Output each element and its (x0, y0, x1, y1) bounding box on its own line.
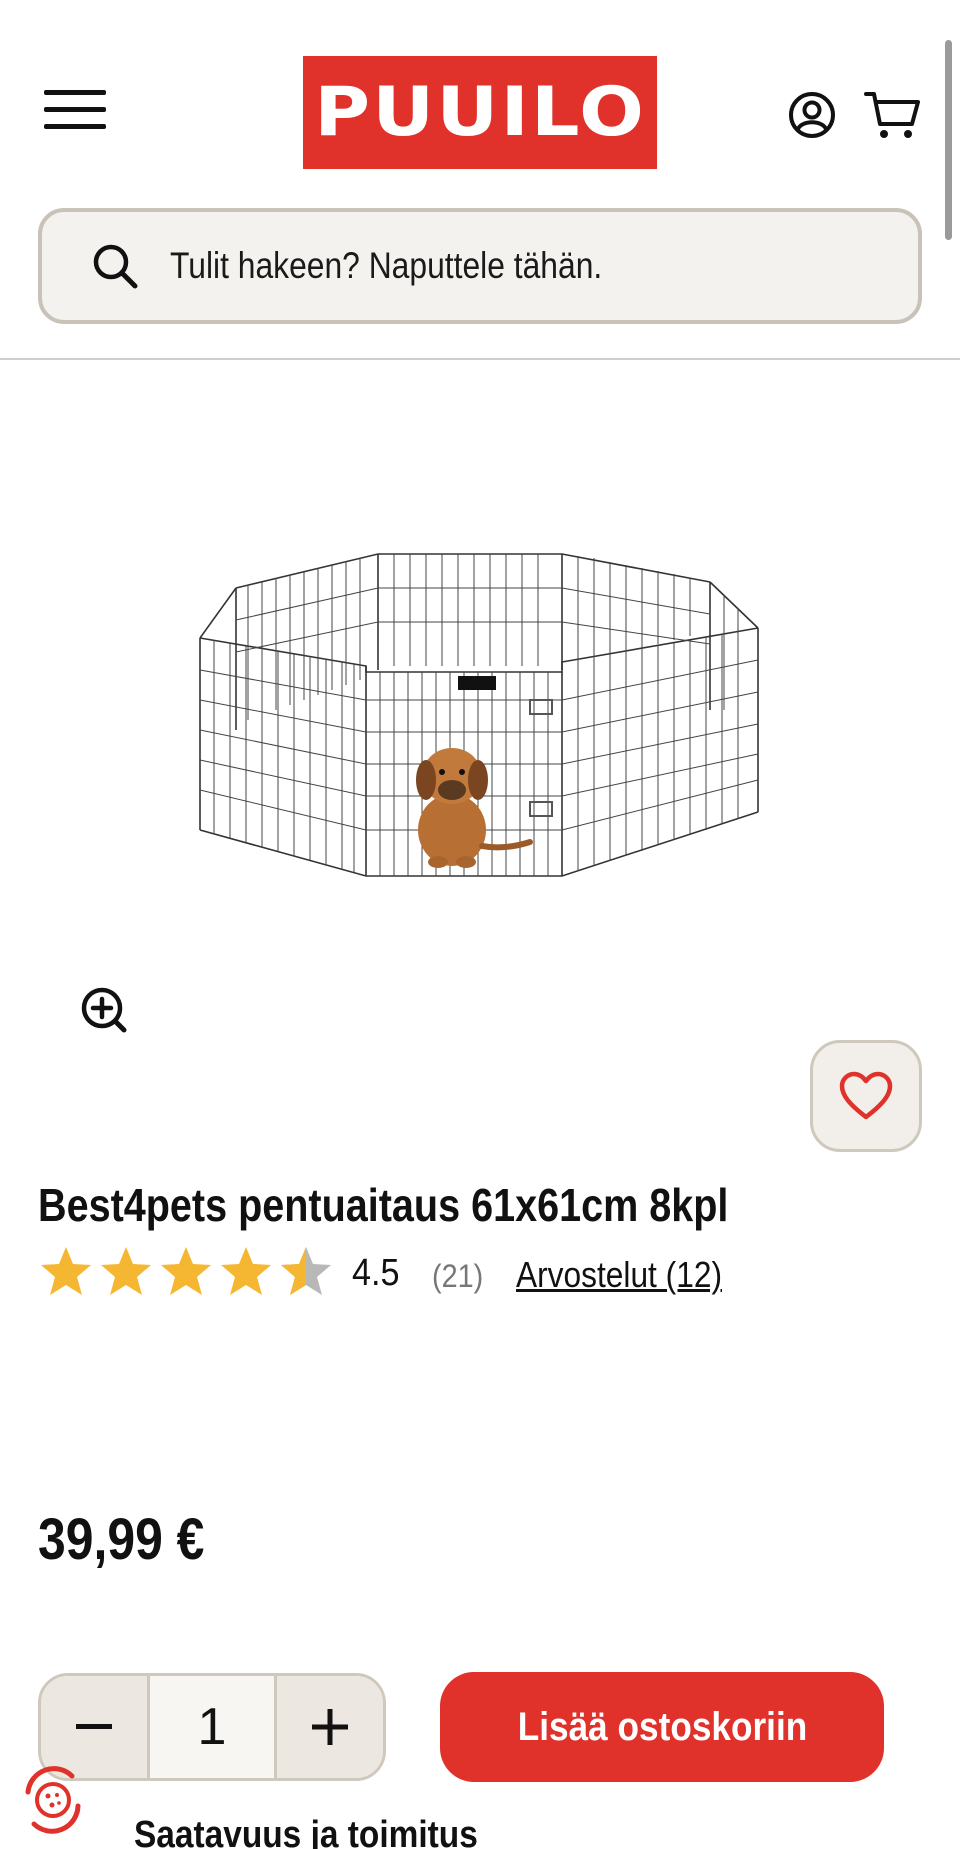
rating-count: (21) (432, 1258, 484, 1294)
heart-icon (839, 1071, 893, 1120)
search-bar[interactable]: Tulit hakeen? Naputtele tähän. (38, 208, 922, 324)
rating-value: 4.5 (352, 1252, 400, 1294)
minus-icon (76, 1724, 112, 1729)
quantity-increase-button[interactable] (277, 1676, 383, 1778)
puppy (416, 748, 533, 868)
quantity-stepper: 1 (38, 1673, 386, 1781)
availability-heading: Saatavuus ja toimitus (134, 1814, 478, 1849)
cookie-icon[interactable] (16, 1762, 90, 1836)
product-image[interactable] (190, 540, 770, 910)
product-title: Best4pets pentuaitaus 61x61cm 8kpl (38, 1179, 729, 1231)
add-to-cart-button[interactable]: Lisää ostoskoriin (440, 1672, 884, 1782)
search-placeholder: Tulit hakeen? Naputtele tähän. (170, 245, 603, 286)
plus-icon (312, 1709, 348, 1745)
rating-stars (38, 1244, 334, 1300)
logo[interactable]: PUUILO (303, 56, 657, 169)
reviews-link[interactable]: Arvostelut (12) (516, 1254, 722, 1296)
cart-icon[interactable] (864, 86, 922, 144)
star-icon (41, 1247, 91, 1295)
star-icon (101, 1247, 151, 1295)
product-price: 39,99 € (38, 1507, 205, 1572)
site-header: PUUILO Tulit hakeen? Naputtele tähän. (0, 0, 960, 360)
star-icon (161, 1247, 211, 1295)
search-icon (93, 244, 138, 289)
account-icon[interactable] (787, 90, 837, 140)
zoom-in-icon[interactable] (80, 986, 128, 1034)
star-icon (221, 1247, 271, 1295)
scrollbar[interactable] (945, 40, 952, 240)
wishlist-button[interactable] (810, 1040, 922, 1152)
quantity-input[interactable]: 1 (147, 1676, 277, 1778)
logo-text: PUUILO (314, 73, 646, 152)
half-star-icon (281, 1247, 331, 1295)
add-to-cart-label: Lisää ostoskoriin (517, 1704, 807, 1749)
menu-icon[interactable] (44, 90, 106, 134)
